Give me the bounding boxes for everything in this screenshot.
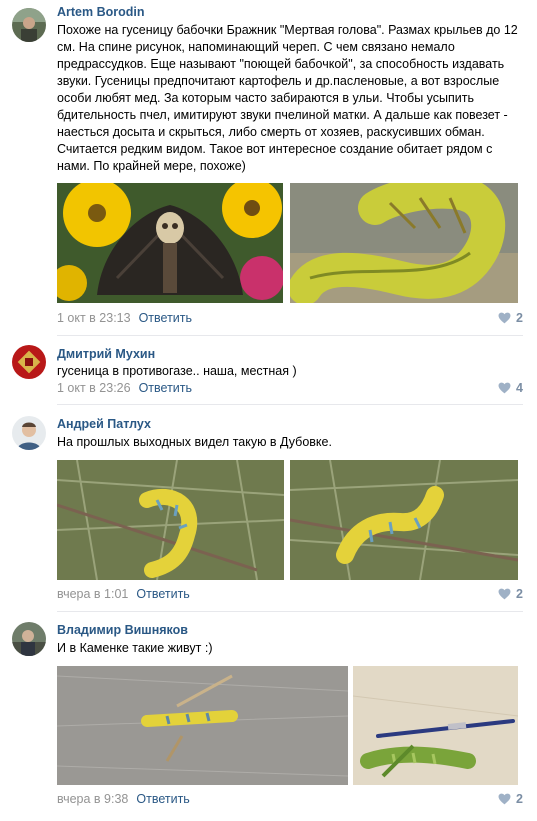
photo-caterpillar-grass-2[interactable] [290, 460, 518, 580]
like-count: 4 [516, 381, 523, 395]
photo-caterpillar-grass[interactable] [57, 460, 284, 580]
like-button[interactable]: 2 [498, 587, 523, 601]
avatar[interactable] [12, 416, 46, 450]
like-count: 2 [516, 311, 523, 325]
comment-text: Похоже на гусеницу бабочки Бражник "Мерт… [57, 23, 518, 173]
photo-moth[interactable] [57, 183, 283, 303]
like-count: 2 [516, 792, 523, 806]
comment-date[interactable]: 1 окт в 23:13 [57, 311, 131, 325]
comment-meta: вчера в 9:38 Ответить [57, 792, 190, 806]
reply-button[interactable]: Ответить [139, 381, 192, 395]
like-button[interactable]: 2 [498, 311, 523, 325]
like-button[interactable]: 4 [498, 381, 523, 395]
author-name[interactable]: Artem Borodin [57, 5, 145, 19]
author-name[interactable]: Владимир Вишняков [57, 623, 188, 637]
author-name[interactable]: Дмитрий Мухин [57, 347, 155, 361]
photo-caterpillar[interactable] [290, 183, 518, 303]
reply-button[interactable]: Ответить [136, 792, 189, 806]
heart-icon [498, 588, 511, 600]
photo-caterpillar-asphalt[interactable] [57, 666, 348, 785]
comment-date[interactable]: вчера в 1:01 [57, 587, 128, 601]
comment-andrey-patlukh: Андрей Патлух На прошлых выходных видел … [0, 406, 537, 612]
comment-text: На прошлых выходных видел такую в Дубовк… [57, 435, 332, 449]
heart-icon [498, 382, 511, 394]
reply-button[interactable]: Ответить [139, 311, 192, 325]
avatar[interactable] [12, 345, 46, 379]
comment-dmitry-mukhin: Дмитрий Мухин гусеница в противогазе.. н… [0, 337, 537, 406]
heart-icon [498, 312, 511, 324]
author-name[interactable]: Андрей Патлух [57, 417, 151, 431]
reply-button[interactable]: Ответить [136, 587, 189, 601]
comment-date[interactable]: вчера в 9:38 [57, 792, 128, 806]
comment-artem-borodin: Artem Borodin Похоже на гусеницу бабочки… [0, 0, 537, 337]
like-button[interactable]: 2 [498, 792, 523, 806]
comment-vladimir-vishnyakov: Владимир Вишняков И в Каменке такие живу… [0, 612, 537, 821]
avatar[interactable] [12, 8, 46, 42]
comment-meta: 1 окт в 23:26 Ответить [57, 381, 192, 395]
comment-text: И в Каменке такие живут :) [57, 641, 213, 655]
avatar[interactable] [12, 622, 46, 656]
like-count: 2 [516, 587, 523, 601]
comment-text: гусеница в противогазе.. наша, местная ) [57, 364, 297, 378]
divider [57, 335, 523, 336]
photo-caterpillar-pen[interactable] [353, 666, 518, 785]
comment-date[interactable]: 1 окт в 23:26 [57, 381, 131, 395]
comment-meta: 1 окт в 23:13 Ответить [57, 311, 192, 325]
heart-icon [498, 793, 511, 805]
divider [57, 404, 523, 405]
comment-meta: вчера в 1:01 Ответить [57, 587, 190, 601]
